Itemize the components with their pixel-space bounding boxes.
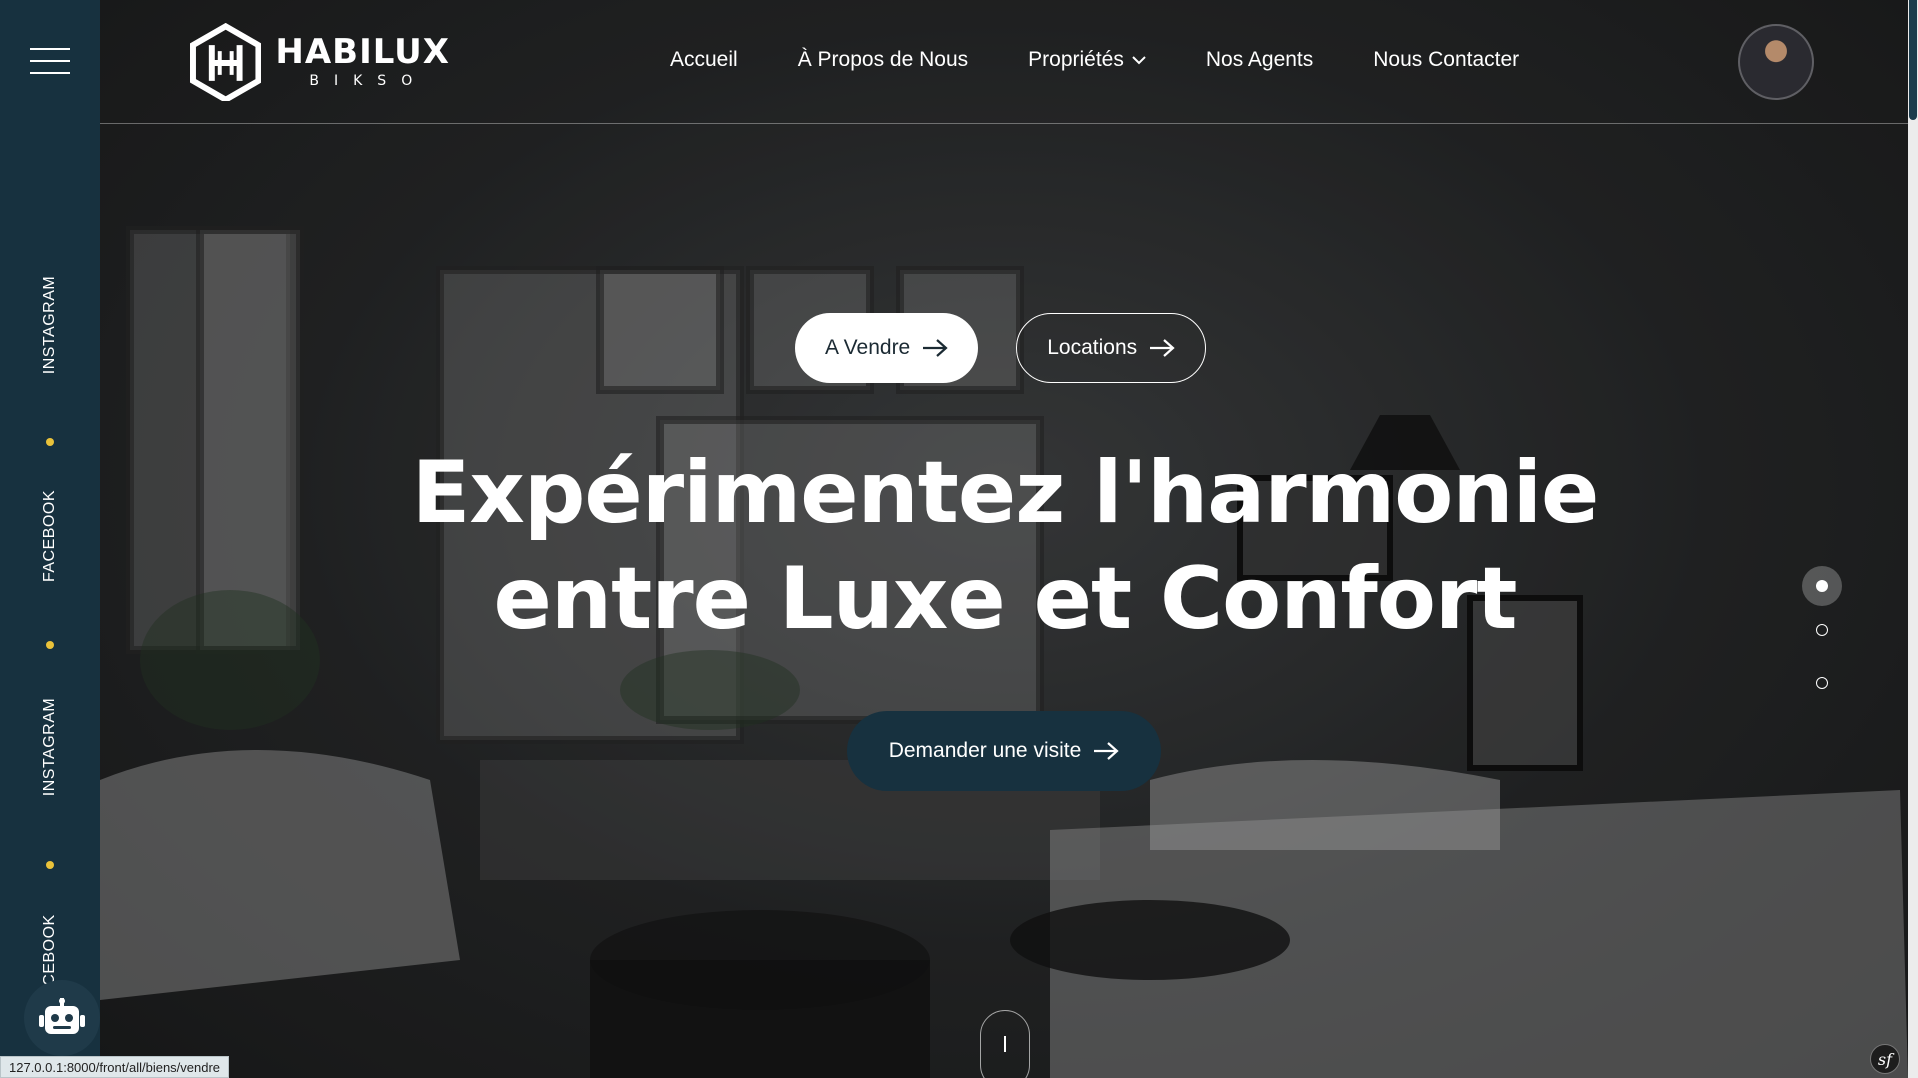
browser-status-url: 127.0.0.1:8000/front/all/biens/vendre [0, 1056, 230, 1078]
sidebar-link-facebook[interactable]: FACEBOOK [41, 490, 59, 582]
filter-a-vendre-button[interactable]: A Vendre [795, 313, 979, 383]
nav-label: Accueil [670, 48, 738, 71]
chatbot-button[interactable] [24, 980, 100, 1056]
listing-filter-group: A Vendre Locations [795, 313, 1207, 383]
slide-dot-1[interactable] [1802, 566, 1842, 606]
logo-mark-icon [190, 23, 262, 101]
nav-label: À Propos de Nous [797, 48, 969, 71]
site-header: HABILUX BIKSO Accueil À Propos de Nous P… [100, 0, 1908, 124]
scrollbar-thumb[interactable] [1909, 0, 1917, 120]
nav-item-proprietes[interactable]: Propriétés [1028, 48, 1146, 72]
user-avatar[interactable] [1738, 24, 1814, 100]
sidebar-link-instagram[interactable]: INSTAGRAM [41, 698, 59, 796]
hero-headline: Expérimentez l'harmonie entre Luxe et Co… [380, 440, 1630, 652]
arrow-right-icon [923, 339, 948, 357]
page-scrollbar[interactable] [1908, 0, 1918, 1078]
sidebar-separator-dot [46, 861, 54, 869]
robot-icon [39, 998, 85, 1034]
filter-locations-button[interactable]: Locations [1016, 313, 1207, 383]
scroll-down-indicator[interactable] [980, 1010, 1030, 1078]
social-sidebar: INSTAGRAM FACEBOOK INSTAGRAM CEBOOK [0, 0, 100, 1078]
arrow-right-icon [1094, 742, 1119, 760]
nav-label: Nos Agents [1205, 48, 1314, 71]
slide-dot-3[interactable] [1816, 677, 1828, 689]
nav-item-a-propos[interactable]: À Propos de Nous [798, 48, 968, 72]
logo-subtitle: BIKSO [309, 73, 428, 89]
headline-line-2: entre Luxe et Confort [493, 549, 1518, 649]
brand-logo[interactable]: HABILUX BIKSO [190, 22, 450, 102]
nav-item-nos-agents[interactable]: Nos Agents [1206, 48, 1313, 72]
slide-dot-2[interactable] [1816, 624, 1828, 636]
nav-label: Nous Contacter [1373, 48, 1520, 71]
request-visit-button[interactable]: Demander une visite [847, 711, 1161, 791]
symfony-toolbar-icon[interactable]: sf [1870, 1044, 1900, 1074]
sidebar-link-instagram[interactable]: INSTAGRAM [41, 276, 59, 374]
chevron-down-icon [1132, 56, 1146, 65]
nav-label: Propriétés [1028, 48, 1124, 71]
menu-icon[interactable] [30, 48, 70, 76]
filter-label: A Vendre [825, 336, 911, 359]
filter-label: Locations [1047, 336, 1138, 359]
sidebar-link-facebook[interactable]: CEBOOK [41, 914, 59, 985]
headline-line-1: Expérimentez l'harmonie [411, 443, 1600, 543]
sidebar-separator-dot [46, 438, 54, 446]
nav-item-accueil[interactable]: Accueil [670, 48, 738, 72]
logo-name: HABILUX [275, 32, 450, 72]
main-nav: Accueil À Propos de Nous Propriétés Nos … [670, 48, 1519, 72]
arrow-right-icon [1150, 339, 1175, 357]
nav-item-contact[interactable]: Nous Contacter [1373, 48, 1519, 72]
cta-label: Demander une visite [888, 739, 1082, 762]
sidebar-separator-dot [46, 641, 54, 649]
